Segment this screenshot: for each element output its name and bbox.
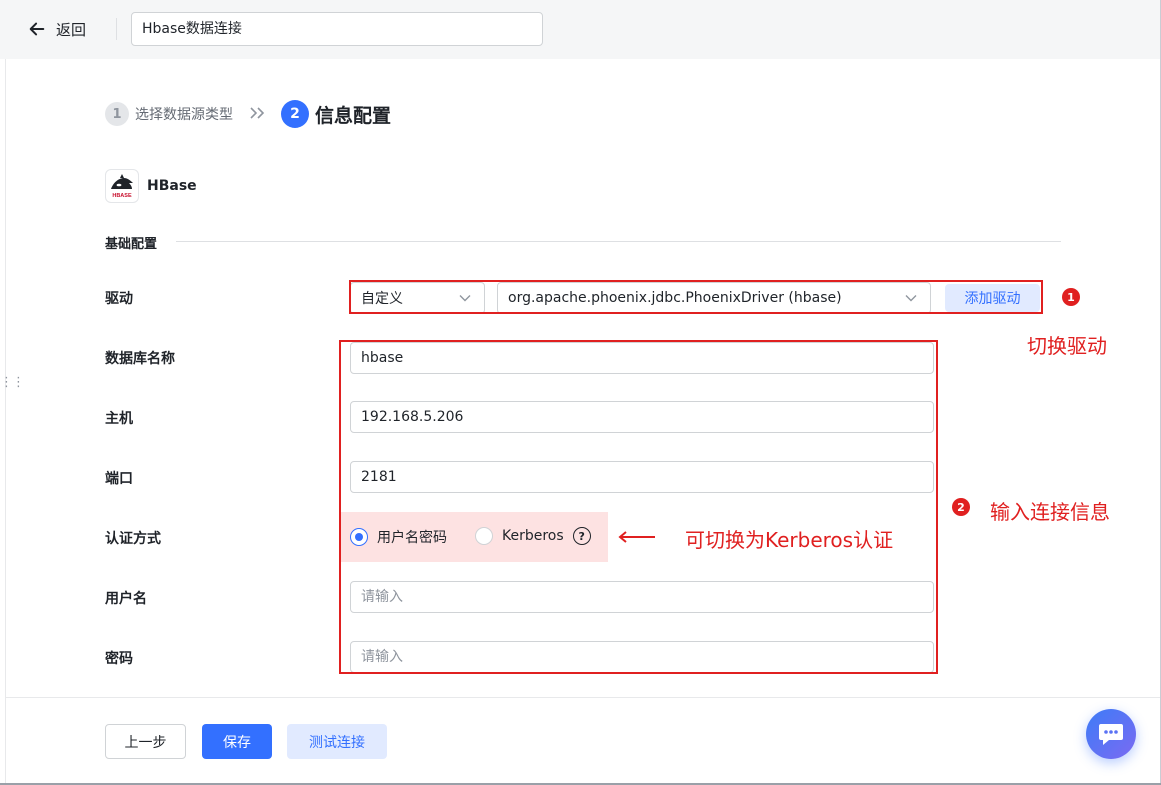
divider	[116, 18, 117, 40]
step-1-number: 1	[105, 102, 129, 126]
test-connection-button[interactable]: 测试连接	[287, 724, 387, 759]
annotation-box-driver	[349, 280, 1043, 314]
top-bar: 返回 Hbase数据连接	[0, 0, 1161, 59]
db-name-label: 数据库名称	[105, 351, 175, 367]
connection-name-input[interactable]: Hbase数据连接	[131, 12, 543, 46]
save-button[interactable]: 保存	[202, 724, 272, 759]
arrow-left-icon	[29, 22, 45, 36]
driver-label: 驱动	[105, 291, 133, 307]
auth-label: 认证方式	[105, 531, 161, 547]
step-indicator: 1 选择数据源类型 2 信息配置	[105, 100, 391, 128]
annotation-badge-2: 2	[952, 498, 970, 516]
annotation-switch-kerberos: 可切换为Kerberos认证	[685, 528, 894, 552]
red-arrow-left-icon	[618, 531, 655, 543]
step-1-label[interactable]: 选择数据源类型	[135, 104, 233, 124]
host-label: 主机	[105, 411, 133, 427]
annotation-box-connection	[339, 340, 938, 674]
hbase-logo: HBASE	[105, 169, 139, 203]
back-button[interactable]: 返回	[28, 17, 86, 41]
orca-icon: HBASE	[111, 174, 133, 199]
chat-assistant-button[interactable]	[1086, 709, 1136, 759]
annotation-input-info: 输入连接信息	[990, 500, 1110, 524]
annotation-switch-driver: 切换驱动	[1027, 334, 1107, 358]
footer-divider	[5, 697, 1161, 698]
svg-text:HBASE: HBASE	[112, 193, 132, 199]
step-2-number: 2	[281, 100, 309, 128]
prev-step-button[interactable]: 上一步	[105, 724, 186, 759]
annotation-badge-1: 1	[1062, 288, 1080, 306]
chat-bubble-icon	[1099, 724, 1123, 745]
section-title: 基础配置	[105, 237, 158, 252]
port-label: 端口	[105, 471, 133, 487]
datasource-name: HBase	[147, 178, 197, 194]
drag-handle-icon[interactable]: ⋮⋮	[0, 376, 25, 389]
back-label: 返回	[56, 20, 87, 39]
password-label: 密码	[105, 651, 133, 667]
datasource-header: HBASE HBase	[105, 169, 197, 203]
section-divider	[176, 241, 1061, 242]
step-2-label: 信息配置	[315, 104, 392, 127]
username-label: 用户名	[105, 591, 147, 607]
double-chevron-right-icon	[249, 104, 267, 125]
